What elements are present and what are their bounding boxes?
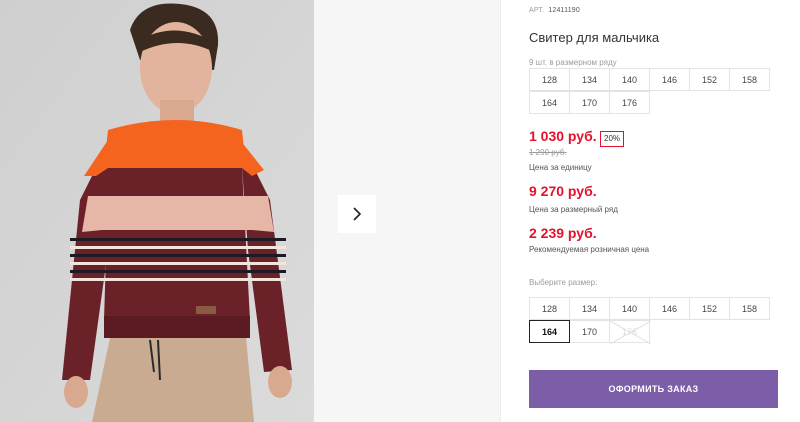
pack-size-row: 128 134 140 146 152 158 [529,68,779,92]
size-picker-grid: 128 134 140 146 152 158 164 170 176 [529,297,779,344]
panel-divider [500,0,501,422]
pack-size-cell: 134 [569,68,610,91]
pack-size-cell: 140 [609,68,650,91]
retail-price-caption: Рекомендуемая розничная цена [529,245,650,254]
article-code: 12411190 [548,7,580,14]
retail-price: 2 239 руб. [529,225,597,241]
pack-size-cell: 128 [529,68,570,91]
chevron-right-icon [353,207,362,221]
size-option-selected[interactable]: 164 [529,320,570,343]
size-option-unavailable: 176 [609,320,651,344]
pack-size-cell: 176 [609,91,650,114]
size-option[interactable]: 152 [689,297,730,320]
pack-size-cell: 158 [729,68,770,91]
pack-size-cell: 152 [689,68,730,91]
next-photo-button[interactable] [338,195,376,233]
series-price-caption: Цена за размерный ряд [529,205,618,214]
article-number: АРТ. 12411190 [529,7,580,14]
product-gallery [0,0,500,422]
old-price: 1 290 руб. [529,148,567,157]
pack-size-cell: 146 [649,68,690,91]
series-price: 9 270 руб. [529,183,597,199]
size-option-label: 176 [621,326,638,337]
place-order-button[interactable]: ОФОРМИТЬ ЗАКАЗ [529,370,778,408]
size-option[interactable]: 140 [609,297,650,320]
size-option[interactable]: 146 [649,297,690,320]
product-photo[interactable] [0,0,314,422]
size-option[interactable]: 158 [729,297,770,320]
size-picker-row: 164 170 176 [529,320,779,344]
product-photo-illustration [0,0,314,422]
size-option[interactable]: 128 [529,297,570,320]
pack-size-cell: 164 [529,91,570,114]
pack-size-cell: 170 [569,91,610,114]
article-label: АРТ. [529,7,545,14]
size-option[interactable]: 170 [569,320,610,343]
product-title: Свитер для мальчика [529,30,660,45]
size-picker-row: 128 134 140 146 152 158 [529,297,779,321]
pack-note: 9 шт. в размерном ряду [529,58,617,67]
size-picker-label: Выберите размер: [529,278,598,287]
pack-size-row: 164 170 176 [529,91,779,115]
unit-price-caption: Цена за единицу [529,163,592,172]
size-option[interactable]: 134 [569,297,610,320]
pack-size-grid: 128 134 140 146 152 158 164 170 176 [529,68,779,115]
unit-price: 1 030 руб. [529,128,597,144]
discount-badge: 20% [600,131,625,147]
